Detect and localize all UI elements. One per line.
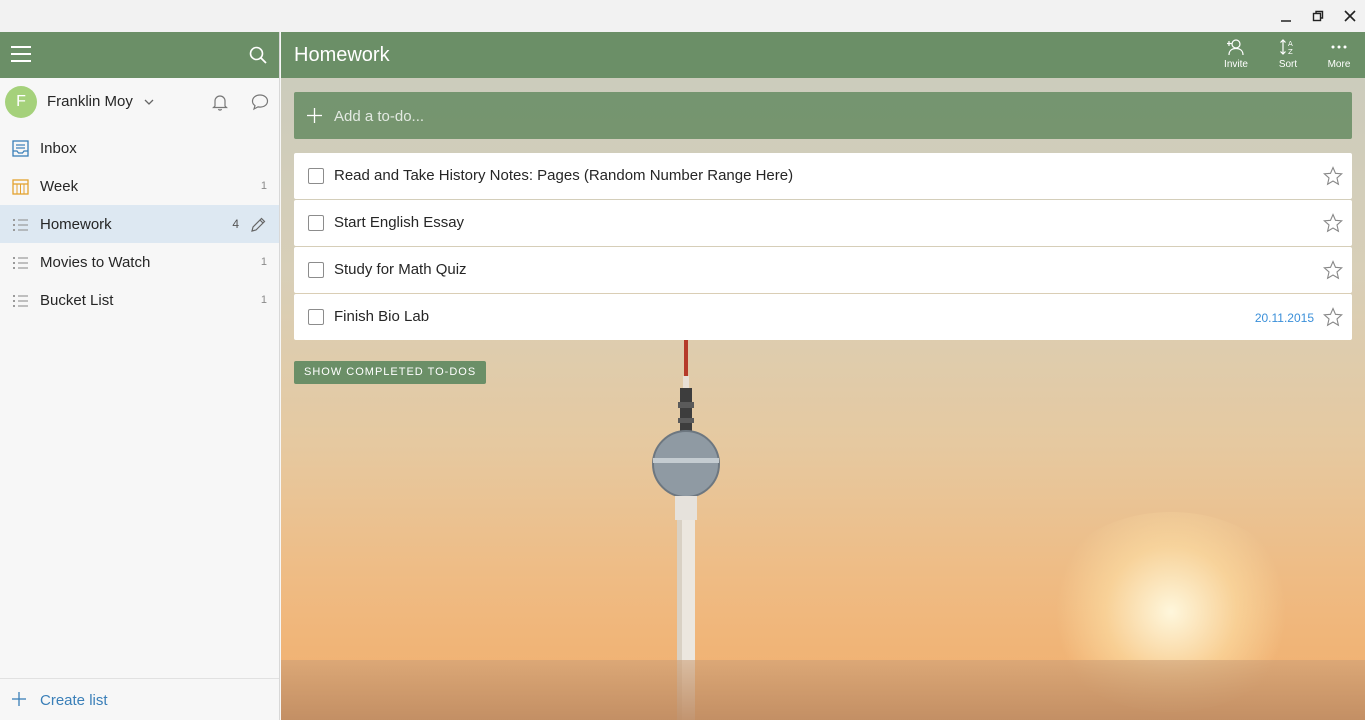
star-icon[interactable]	[1323, 307, 1343, 327]
task-row[interactable]: Study for Math Quiz	[294, 247, 1352, 293]
avatar[interactable]: F	[5, 86, 37, 118]
add-todo-input[interactable]	[334, 105, 1234, 127]
list-count-badge: 1	[260, 180, 267, 192]
svg-text:Z: Z	[1288, 48, 1293, 56]
task-title[interactable]: Finish Bio Lab	[334, 308, 429, 325]
sidebar-item-homework[interactable]: Homework 4	[0, 205, 279, 243]
list-count-badge: 4	[232, 217, 239, 231]
sort-button[interactable]: AZ Sort	[1268, 38, 1308, 74]
window-titlebar	[0, 0, 1365, 32]
sidebar-item-label: Week	[40, 178, 79, 195]
task-checkbox[interactable]	[308, 215, 324, 231]
city-skyline	[281, 660, 1365, 720]
task-title[interactable]: Study for Math Quiz	[334, 261, 467, 278]
star-icon[interactable]	[1323, 260, 1343, 280]
minimize-button[interactable]	[1270, 0, 1302, 32]
main-content: Homework Invite AZ Sort More Read and Ta…	[281, 32, 1365, 720]
bell-icon[interactable]	[211, 93, 229, 111]
show-completed-button[interactable]: SHOW COMPLETED TO-DOS	[294, 361, 487, 384]
more-dots-icon	[1331, 45, 1347, 49]
invite-label: Invite	[1224, 59, 1248, 70]
sidebar-item-inbox[interactable]: Inbox	[0, 129, 279, 167]
sort-icon: AZ	[1280, 39, 1293, 56]
chevron-down-icon[interactable]	[143, 96, 155, 108]
list-header: Homework Invite AZ Sort More	[281, 32, 1365, 78]
restore-button[interactable]	[1302, 0, 1334, 32]
restore-icon	[1312, 10, 1324, 22]
page-title: Homework	[294, 44, 390, 66]
user-name[interactable]: Franklin Moy	[47, 93, 133, 110]
task-row[interactable]: Start English Essay	[294, 200, 1352, 246]
create-list-button[interactable]: Create list	[0, 678, 279, 720]
task-row[interactable]: Finish Bio Lab 20.11.2015	[294, 294, 1352, 340]
task-title[interactable]: Start English Essay	[334, 214, 464, 231]
list-count-badge: 1	[260, 294, 267, 306]
task-checkbox[interactable]	[308, 262, 324, 278]
list-count-badge: 1	[260, 256, 267, 268]
sidebar-item-week[interactable]: Week 1	[0, 167, 279, 205]
more-button[interactable]: More	[1319, 38, 1359, 74]
task-checkbox[interactable]	[308, 309, 324, 325]
search-icon[interactable]	[248, 45, 268, 65]
add-todo-bar[interactable]	[294, 92, 1352, 139]
star-icon[interactable]	[1323, 213, 1343, 233]
sidebar-item-label: Bucket List	[40, 292, 114, 309]
close-icon	[1344, 10, 1356, 22]
sidebar-toolbar	[0, 32, 279, 78]
task-checkbox[interactable]	[308, 168, 324, 184]
list-icon	[13, 219, 28, 231]
minimize-icon	[1281, 20, 1291, 22]
due-date: 20.11.2015	[1254, 311, 1314, 325]
sidebar-item-label: Movies to Watch	[40, 254, 151, 271]
sidebar: F Franklin Moy Inbox Week 1 Homework 4 M…	[0, 32, 280, 720]
invite-button[interactable]: Invite	[1216, 38, 1256, 74]
star-icon[interactable]	[1323, 166, 1343, 186]
create-list-label: Create list	[40, 692, 108, 709]
add-person-icon	[1227, 39, 1244, 56]
sidebar-item-label: Inbox	[40, 140, 77, 157]
inbox-icon	[12, 140, 29, 157]
list-icon	[13, 257, 28, 269]
sidebar-item-bucket-list[interactable]: Bucket List 1	[0, 281, 279, 319]
hamburger-menu-icon[interactable]	[11, 46, 31, 64]
user-row[interactable]: F Franklin Moy	[0, 78, 279, 128]
task-title[interactable]: Read and Take History Notes: Pages (Rand…	[334, 167, 793, 184]
sidebar-item-label: Homework	[40, 216, 112, 233]
plus-icon	[12, 692, 26, 706]
calendar-icon	[12, 179, 29, 195]
pencil-icon[interactable]	[249, 216, 267, 234]
comments-icon[interactable]	[251, 93, 269, 111]
close-button[interactable]	[1334, 0, 1365, 32]
sidebar-item-movies-to-watch[interactable]: Movies to Watch 1	[0, 243, 279, 281]
task-row[interactable]: Read and Take History Notes: Pages (Rand…	[294, 153, 1352, 199]
svg-text:A: A	[1288, 40, 1293, 48]
more-label: More	[1327, 59, 1351, 70]
sort-label: Sort	[1278, 59, 1298, 70]
list-icon	[13, 295, 28, 307]
plus-icon	[307, 108, 322, 123]
